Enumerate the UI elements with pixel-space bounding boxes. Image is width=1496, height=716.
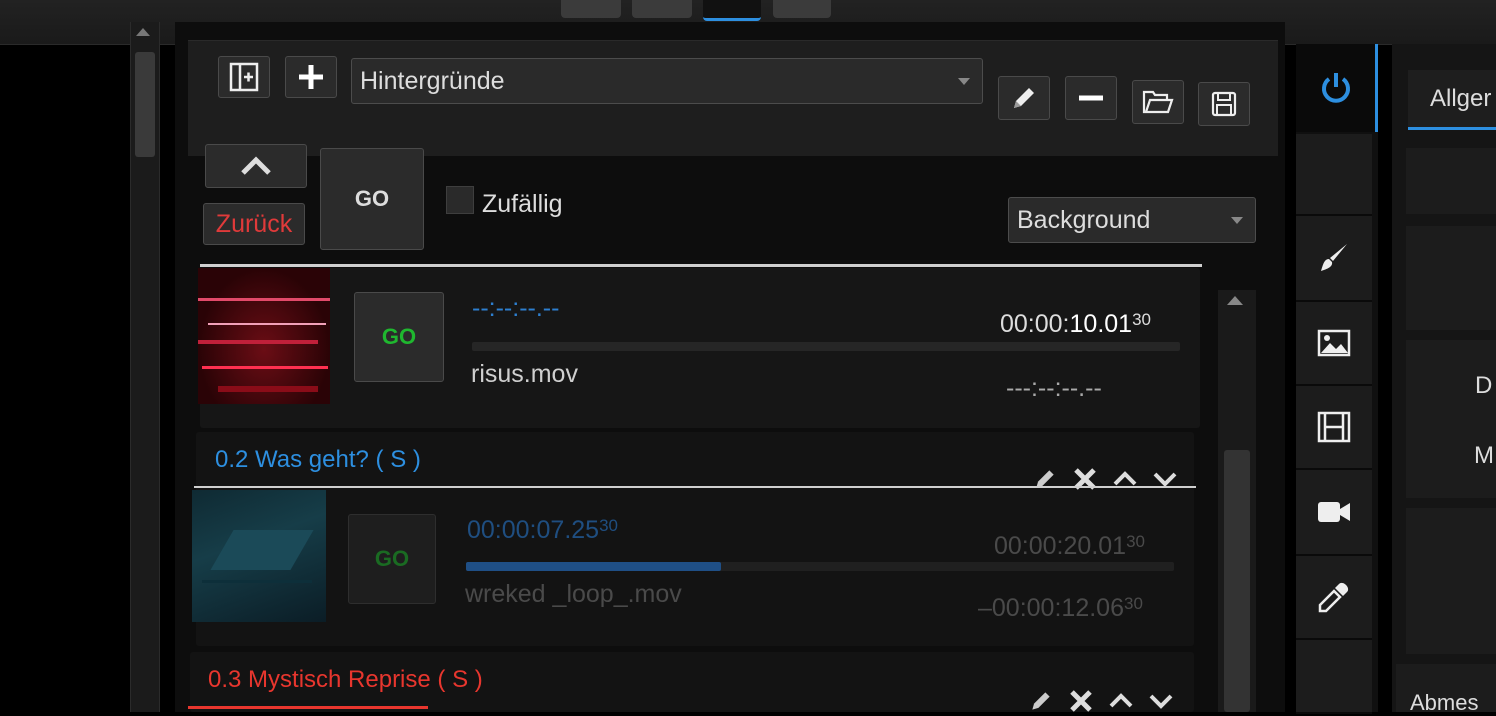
clip-2-go-label: GO — [374, 546, 410, 571]
clip-list-scrollbar[interactable] — [1218, 290, 1256, 712]
chevron-up-icon[interactable] — [1108, 690, 1134, 712]
go-button-label: GO — [354, 186, 390, 211]
clip-1-duration-main: 00:00: — [1000, 310, 1070, 338]
edit-playlist-button[interactable] — [998, 76, 1050, 120]
add-playlist-button[interactable] — [285, 56, 337, 98]
clip-3-header: 0.3 Mystisch Reprise ( S ) — [208, 666, 483, 693]
inspector-label-abmes: Abmes — [1410, 690, 1479, 715]
tool-blank[interactable] — [1296, 134, 1372, 216]
clip-1-go-label: GO — [381, 324, 417, 349]
layer-select[interactable]: Background — [1008, 197, 1256, 243]
eyedropper-icon — [1318, 582, 1349, 613]
chevron-down-icon[interactable] — [1148, 690, 1174, 712]
tab-general-label: Allger — [1430, 84, 1492, 112]
previous-button[interactable] — [205, 144, 307, 188]
tool-camera[interactable] — [1296, 470, 1372, 556]
pencil-icon[interactable] — [1032, 466, 1058, 492]
scroll-up-icon[interactable] — [136, 28, 150, 36]
clip-2-filename: wreked _loop_.mov — [465, 580, 682, 608]
close-icon[interactable] — [1068, 688, 1094, 714]
film-icon — [1317, 411, 1351, 443]
plus-icon — [299, 65, 323, 89]
tool-eyedropper[interactable] — [1296, 556, 1372, 640]
close-icon[interactable] — [1072, 466, 1098, 492]
clip-1-duration: 00:00:10.0130 — [1000, 310, 1151, 339]
go-button[interactable]: GO — [320, 148, 424, 250]
brush-icon — [1321, 244, 1347, 271]
clip-2-go-button[interactable]: GO — [348, 514, 436, 604]
clip-1-progress — [472, 342, 1180, 351]
top-tab-active[interactable] — [703, 0, 761, 21]
remove-playlist-button[interactable] — [1065, 76, 1117, 120]
outer-scrollbar[interactable] — [130, 22, 160, 712]
playlist-select-value: Hintergründe — [360, 66, 505, 95]
layer-select-value: Background — [1017, 205, 1151, 234]
clip-2-actions — [1032, 466, 1178, 492]
clip-2-duration: 00:00:20.0130 — [994, 532, 1145, 561]
top-tab-1[interactable] — [561, 0, 621, 18]
image-icon — [1317, 329, 1351, 357]
inspector-label-d: D — [1475, 372, 1493, 399]
folder-open-icon — [1142, 90, 1174, 114]
clip-selection-line — [200, 264, 1202, 267]
clip-2-progress — [466, 562, 1174, 571]
open-button[interactable] — [1132, 80, 1184, 124]
clip-1-duration-bold: 10.01 — [1069, 310, 1133, 338]
power-icon — [1321, 73, 1350, 103]
clip-2-duration-frames: 30 — [1126, 532, 1145, 551]
playlist-select[interactable]: Hintergründe — [351, 58, 983, 104]
clip-2-remaining: –00:00:12.0630 — [978, 594, 1143, 623]
chevron-down-icon — [958, 78, 970, 85]
random-checkbox[interactable] — [446, 186, 474, 214]
random-label: Zufällig — [482, 190, 563, 218]
chevron-down-icon — [1231, 217, 1243, 224]
scroll-thumb[interactable] — [1224, 450, 1250, 712]
clip-2-divider — [194, 486, 1196, 488]
clip-1-duration-frames: 30 — [1132, 310, 1151, 329]
clip-3-accent-line — [188, 706, 428, 709]
inspector-block-3 — [1406, 340, 1496, 498]
minus-icon — [1079, 95, 1103, 101]
clip-thumbnail-2 — [192, 490, 326, 622]
back-button-label: Zurück — [215, 209, 293, 238]
clip-2-elapsed-main: 00:00:07.25 — [467, 516, 600, 544]
inspector-block-2 — [1406, 226, 1496, 330]
tool-brush[interactable] — [1296, 216, 1372, 302]
scroll-thumb[interactable] — [135, 52, 155, 157]
tool-image[interactable] — [1296, 302, 1372, 386]
power-button[interactable] — [1296, 44, 1378, 132]
chevron-up-icon — [241, 156, 271, 175]
tool-blank-bottom[interactable] — [1296, 640, 1372, 714]
clip-1-go-button[interactable]: GO — [354, 292, 444, 382]
clip-2-progress-fill — [466, 562, 721, 571]
clip-1-remaining: ---:--:--.-- — [1006, 374, 1102, 402]
tab-general[interactable]: Allger — [1408, 70, 1496, 130]
split-view-icon — [229, 62, 259, 92]
clip-1-filename: risus.mov — [471, 360, 578, 388]
pencil-icon[interactable] — [1028, 688, 1054, 714]
clip-thumbnail-1 — [198, 268, 330, 404]
clip-1-elapsed: --:--:--.-- — [472, 294, 560, 322]
clip-3-actions — [1028, 688, 1174, 714]
clip-2-duration-main: 00:00:20.01 — [994, 532, 1127, 560]
clip-2-remaining-main: –00:00:12.06 — [978, 594, 1124, 622]
tool-film[interactable] — [1296, 386, 1372, 470]
save-icon — [1211, 91, 1237, 117]
top-tab-2[interactable] — [632, 0, 692, 18]
video-camera-icon — [1318, 502, 1350, 522]
back-button[interactable]: Zurück — [203, 203, 305, 245]
scroll-up-icon[interactable] — [1227, 296, 1243, 305]
pencil-icon — [1014, 88, 1034, 108]
inspector-block-4 — [1406, 508, 1496, 654]
clip-2-elapsed: 00:00:07.2530 — [467, 516, 618, 545]
inspector-label-m: M — [1474, 442, 1494, 469]
save-button[interactable] — [1198, 82, 1250, 126]
inspector-block-1 — [1406, 148, 1496, 214]
top-tab-4[interactable] — [773, 0, 831, 18]
clip-2-header: 0.2 Was geht? ( S ) — [215, 446, 421, 473]
split-view-button[interactable] — [218, 56, 270, 98]
clip-2-remaining-frames: 30 — [1123, 594, 1143, 613]
clip-2-elapsed-frames: 30 — [599, 516, 618, 535]
